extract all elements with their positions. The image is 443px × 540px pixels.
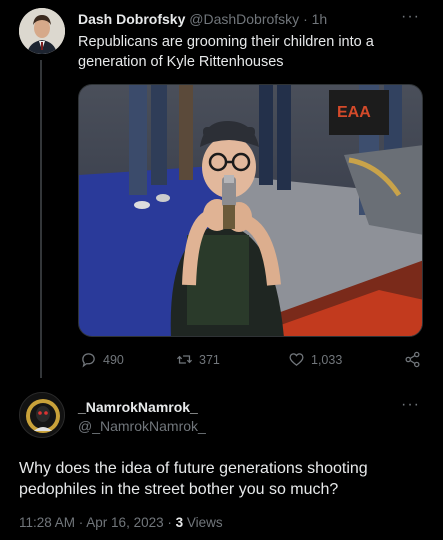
meta-separator: ·	[303, 11, 308, 27]
tweet-time[interactable]: 1h	[312, 11, 328, 27]
share-icon	[405, 351, 420, 368]
tweet-action-bar: 490 371 1,033	[78, 351, 423, 369]
retweet-icon	[176, 355, 193, 364]
like-count: 1,033	[311, 352, 343, 367]
retweet-button[interactable]: 371	[176, 351, 220, 368]
reply-author-display-name[interactable]: _NamrokNamrok_	[78, 399, 198, 415]
tweet-text: Republicans are grooming their children …	[78, 34, 374, 70]
thread-connector-line	[40, 60, 42, 378]
tweet-header: Dash Dobrofsky @DashDobrofsky · 1h	[78, 11, 327, 27]
reply-timestamp[interactable]: 11:28 AM · Apr 16, 2023 ·	[19, 515, 172, 530]
reply-more-icon[interactable]: ···	[401, 396, 420, 414]
views-label: Views	[186, 515, 223, 530]
tweet-photo[interactable]: EAA	[78, 84, 423, 337]
author-handle[interactable]: @DashDobrofsky	[189, 11, 299, 27]
views-count: 3	[175, 515, 184, 530]
like-icon	[289, 353, 304, 366]
reply-icon	[82, 353, 95, 368]
author-avatar[interactable]	[19, 8, 65, 54]
reply-count: 490	[103, 352, 124, 367]
reply-author-avatar[interactable]	[19, 392, 65, 438]
reply-text: Why does the idea of future generations …	[19, 460, 368, 498]
more-icon[interactable]: ···	[401, 8, 420, 26]
photo-sign-text: EAA	[337, 104, 371, 121]
author-display-name[interactable]: Dash Dobrofsky	[78, 11, 185, 27]
retweet-count: 371	[199, 352, 220, 367]
reply-author-handle[interactable]: @_NamrokNamrok_	[78, 418, 206, 434]
like-button[interactable]: 1,033	[288, 351, 342, 368]
reply-meta: 11:28 AM · Apr 16, 2023 · 3 Views	[19, 515, 223, 530]
reply-button[interactable]: 490	[80, 351, 124, 368]
share-button[interactable]	[404, 351, 421, 368]
